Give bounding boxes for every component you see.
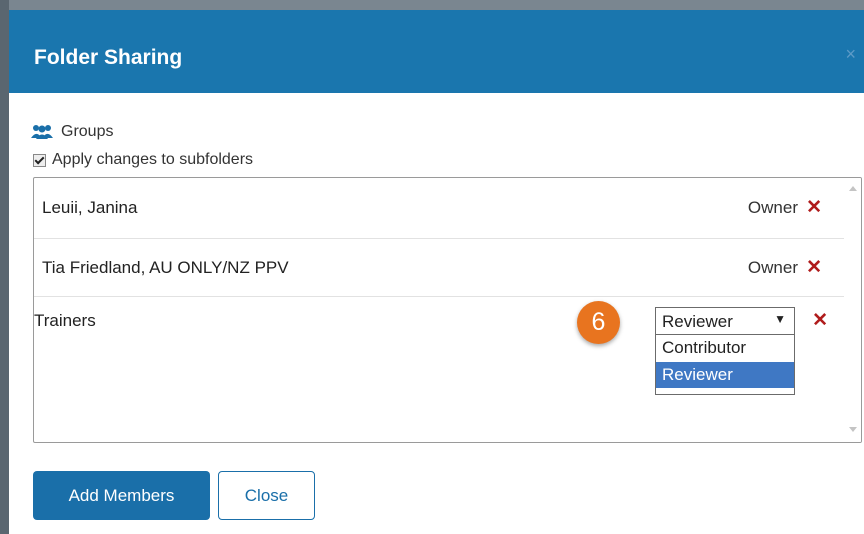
scroll-down-icon[interactable] [849, 427, 857, 432]
dialog-title: Folder Sharing [34, 46, 183, 69]
background-overlay-top [0, 0, 864, 10]
scroll-up-icon[interactable] [849, 186, 857, 191]
member-row: Trainers Reviewer ▼ Contributor Reviewer… [34, 297, 844, 437]
background-overlay-left [0, 0, 9, 534]
dialog-header: Folder Sharing × [9, 10, 864, 93]
member-name: Leuii, Janina [42, 198, 138, 217]
close-icon[interactable]: × [845, 44, 856, 65]
member-name: Tia Friedland, AU ONLY/NZ PPV [42, 258, 289, 277]
groups-heading: Groups [31, 123, 113, 141]
folder-sharing-dialog: Folder Sharing × Groups Apply changes to… [9, 10, 864, 534]
caret-down-icon: ▼ [774, 312, 786, 326]
remove-x-icon[interactable]: ✕ [812, 309, 828, 332]
step-number-badge: 6 [577, 301, 620, 344]
remove-x-icon[interactable]: ✕ [806, 196, 822, 219]
apply-subfolders-option[interactable]: Apply changes to subfolders [33, 151, 253, 169]
list-scrollbar[interactable] [844, 178, 861, 442]
role-select-value: Reviewer [662, 312, 733, 331]
role-option-reviewer[interactable]: Reviewer [656, 362, 794, 388]
apply-subfolders-checkbox[interactable] [33, 153, 46, 167]
member-role: Owner [747, 258, 798, 277]
role-dropdown-list: Contributor Reviewer [655, 335, 795, 395]
users-icon [31, 124, 53, 140]
member-role: Owner [747, 198, 798, 217]
members-list[interactable]: Leuii, Janina Owner ✕ Tia Friedland, AU … [33, 177, 862, 443]
member-row: Tia Friedland, AU ONLY/NZ PPV Owner ✕ [34, 238, 844, 297]
apply-subfolders-label: Apply changes to subfolders [52, 151, 254, 168]
role-select[interactable]: Reviewer ▼ [655, 307, 795, 335]
add-members-button[interactable]: Add Members [33, 471, 210, 520]
member-row: Leuii, Janina Owner ✕ [34, 178, 844, 239]
close-button[interactable]: Close [218, 471, 315, 520]
groups-label: Groups [61, 123, 114, 140]
role-option-contributor[interactable]: Contributor [656, 335, 794, 361]
member-name: Trainers [34, 311, 96, 330]
remove-x-icon[interactable]: ✕ [806, 256, 822, 279]
